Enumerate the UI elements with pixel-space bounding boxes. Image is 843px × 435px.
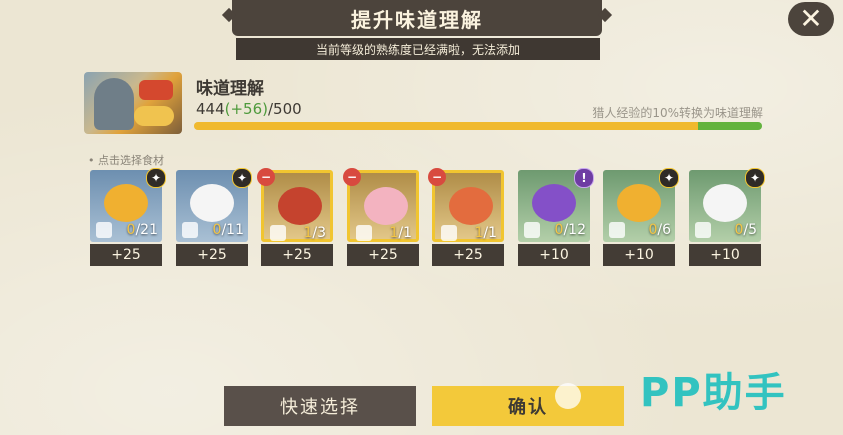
shrimp-icon [449,187,493,225]
ingredient-count: 0/12 [555,222,586,238]
cream-icon [190,184,234,222]
category-icon [524,222,540,238]
ingredient-bonus: +25 [347,244,419,266]
fork-icon: ✦ [659,168,679,188]
ingredient-count: 1/1 [474,225,497,241]
progress-text: 444(+56)/500 [196,100,302,118]
golden-chips-icon [617,184,661,222]
fork-icon: ✦ [146,168,166,188]
ingredient-bonus: +10 [689,244,761,266]
category-icon [270,225,286,241]
watermark: PP助手 [640,370,787,416]
conversion-hint: 猎人经验的10%转换为味道理解 [592,106,763,120]
count-max: /6 [657,222,671,238]
category-icon [695,222,711,238]
grapes-icon [532,184,576,222]
category-icon [609,222,625,238]
count-max: /5 [743,222,757,238]
category-icon [441,225,457,241]
category-icon [96,222,112,238]
ingredient-bonus: +25 [90,244,162,266]
touch-cursor [555,383,581,409]
count-max: /11 [221,222,244,238]
count-max: /21 [135,222,158,238]
ingredient-bonus: +25 [261,244,333,266]
ingredient-count: 0/5 [734,222,757,238]
close-icon: ✕ [799,2,823,35]
remove-icon[interactable]: − [428,168,446,186]
cream-icon [703,184,747,222]
count-max: /3 [312,225,326,241]
ingredient-card-cream[interactable]: 0/5 ✦ +10 [689,168,765,266]
ingredient-bonus: +10 [518,244,590,266]
notice-banner: 当前等级的熟练度已经满啦，无法添加 [236,38,600,60]
category-icon [182,222,198,238]
ingredient-count: 1/3 [303,225,326,241]
skill-name: 味道理解 [196,79,264,99]
fork-icon: ✦ [745,168,765,188]
meat-icon [364,187,408,225]
count-max: /12 [563,222,586,238]
remove-icon[interactable]: − [257,168,275,186]
ingredient-card-meat[interactable]: 1/1 − +25 [343,168,419,266]
progress-gain: (+56) [224,100,268,118]
ingredient-card-cream[interactable]: 0/11 ✦ +25 [176,168,252,266]
page-title: 提升味道理解 [232,0,602,36]
progress-bar [194,122,762,130]
panel: 提升味道理解 当前等级的熟练度已经满啦，无法添加 ✕ 味道理解 444(+56)… [0,0,843,435]
count-max: /1 [483,225,497,241]
progress-max: /500 [268,100,302,118]
category-icon [356,225,372,241]
close-button[interactable]: ✕ [788,2,834,36]
ingredient-card-bacon[interactable]: 1/3 − +25 [257,168,333,266]
progress-current: 444 [196,100,225,118]
quick-select-button[interactable]: 快速选择 [224,386,416,426]
ingredient-count: 0/6 [648,222,671,238]
ingredient-card-golden-chips[interactable]: 0/21 ✦ +25 [90,168,166,266]
ingredient-count: 0/21 [127,222,158,238]
progress-fill [194,122,699,130]
count-max: /1 [398,225,412,241]
ingredient-card-grapes[interactable]: 0/12! +10 [518,168,594,266]
ingredient-card-shrimp[interactable]: 1/1 − +25 [428,168,504,266]
exclamation-icon: ! [574,168,594,188]
confirm-button[interactable]: 确认 [432,386,624,426]
ingredient-bonus: +25 [432,244,504,266]
skill-portrait [84,72,182,134]
remove-icon[interactable]: − [343,168,361,186]
ingredient-bonus: +10 [603,244,675,266]
bacon-icon [278,187,322,225]
progress-gain-fill [698,122,762,130]
golden-chips-icon [104,184,148,222]
section-label: • 点击选择食材 [88,154,164,167]
fork-icon: ✦ [232,168,252,188]
ingredient-bonus: +25 [176,244,248,266]
ingredient-card-golden-chips[interactable]: 0/6 ✦ +10 [603,168,679,266]
ingredient-count: 0/11 [213,222,244,238]
ingredient-count: 1/1 [389,225,412,241]
